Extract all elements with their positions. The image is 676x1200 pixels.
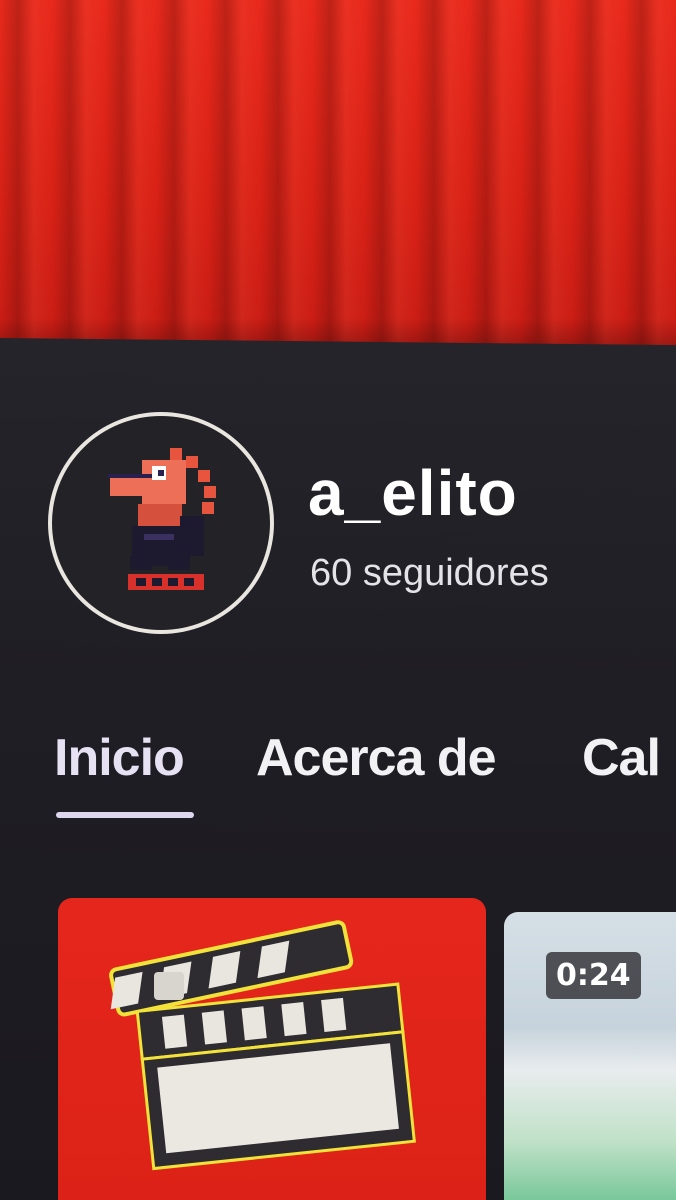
channel-tabs: Inicio Acerca de Cal [0,720,676,830]
channel-avatar[interactable] [48,412,274,634]
tab-inicio[interactable]: Inicio [54,728,185,788]
clapperboard-icon [109,920,416,1171]
video-card[interactable] [58,898,486,1200]
pixel-dino-avatar-icon [108,448,216,590]
follower-count: 60 seguidores [310,552,549,594]
video-duration-badge: 0:24 [546,952,641,999]
tab-acerca-de[interactable]: Acerca de [256,728,497,788]
channel-page: a_elito 60 seguidores Inicio Acerca de C… [0,0,676,1200]
video-card[interactable]: 0:24 [504,912,676,1200]
channel-name: a_elito [308,457,518,529]
channel-banner [0,0,676,348]
active-tab-indicator [56,812,194,818]
tab-calendario[interactable]: Cal [582,728,661,788]
